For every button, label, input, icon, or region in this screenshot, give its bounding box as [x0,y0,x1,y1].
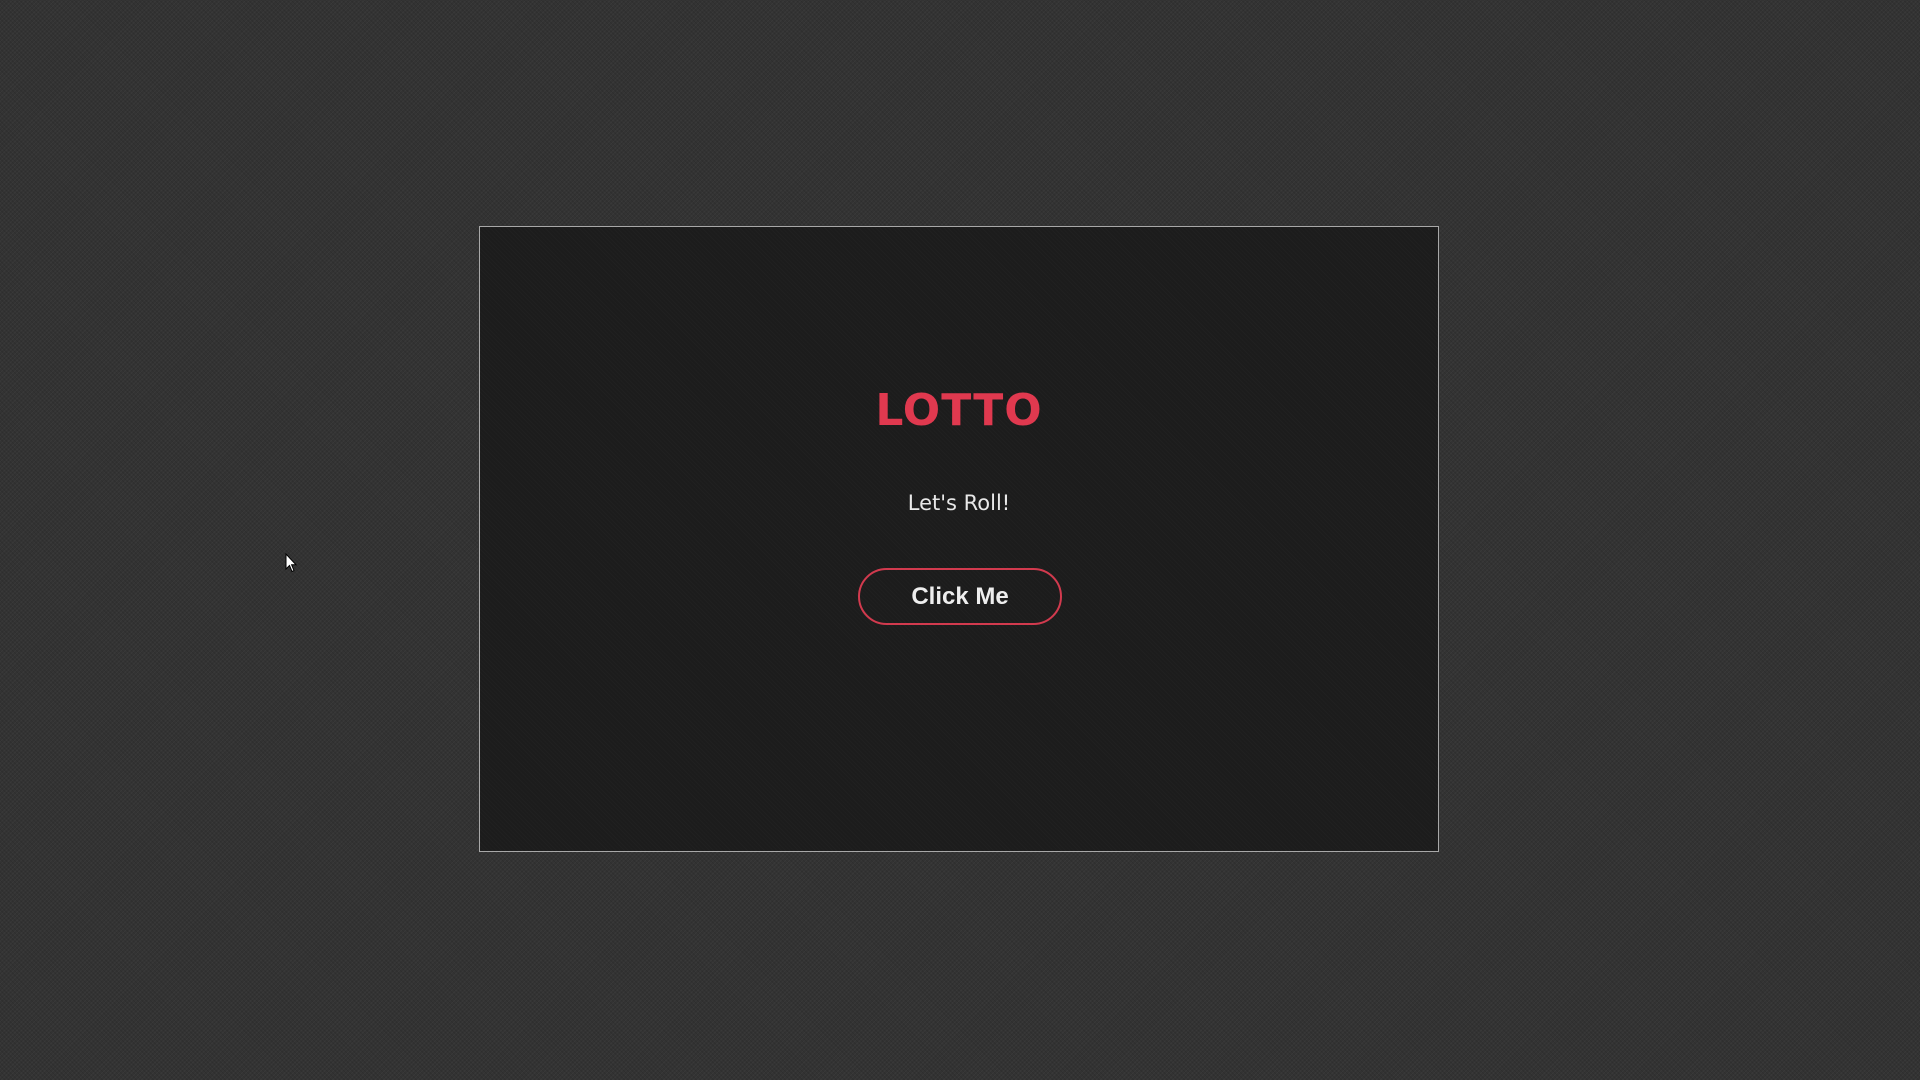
mouse-pointer-icon [285,553,297,573]
lotto-card: LOTTO Let's Roll! Click Me [479,226,1439,852]
page-title: LOTTO [875,385,1043,436]
click-me-button[interactable]: Click Me [858,568,1062,625]
subtitle-text: Let's Roll! [907,491,1011,515]
